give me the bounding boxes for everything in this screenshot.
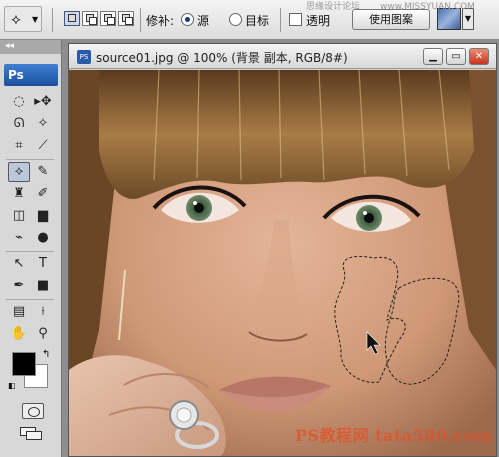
destination-label: 目标 bbox=[245, 14, 270, 28]
divider bbox=[280, 8, 281, 32]
eyedropper-tool-icon[interactable]: ⟊ bbox=[32, 302, 54, 322]
tool-preset-picker[interactable]: ⟡ ▼ bbox=[4, 6, 42, 32]
use-pattern-button[interactable]: 使用图案 bbox=[352, 9, 430, 30]
shape-tool-icon[interactable]: ■ bbox=[32, 276, 54, 296]
lasso-tool-icon[interactable]: ᘏ bbox=[8, 114, 30, 134]
divider bbox=[52, 8, 53, 32]
site-watermark: 思缘设计论坛 www.MISSYUAN.COM bbox=[306, 2, 475, 12]
patch-label: 修补: bbox=[146, 14, 175, 28]
quick-mask-button[interactable] bbox=[22, 403, 44, 419]
maximize-button[interactable]: ▭ bbox=[446, 48, 466, 65]
foreground-color-swatch[interactable] bbox=[12, 352, 36, 376]
history-brush-tool-icon[interactable]: ✐ bbox=[32, 184, 54, 204]
intersect-selection-mode-button[interactable] bbox=[118, 11, 134, 26]
hand-tool-icon[interactable]: ✋ bbox=[8, 324, 30, 344]
document-titlebar[interactable]: PS source01.jpg @ 100% (背景 副本, RGB/8#) ▁… bbox=[69, 44, 496, 69]
source-radio[interactable] bbox=[181, 13, 194, 26]
screen-mode-button[interactable] bbox=[20, 427, 46, 441]
divider bbox=[140, 8, 141, 32]
blur-tool-icon[interactable]: ⌁ bbox=[8, 228, 30, 248]
default-colors-icon[interactable]: ◧ bbox=[8, 381, 16, 390]
minimize-button[interactable]: ▁ bbox=[423, 48, 443, 65]
eraser-tool-icon[interactable]: ◫ bbox=[8, 206, 30, 226]
image-watermark: PS教程网 tata580.com bbox=[295, 426, 493, 445]
transparent-label: 透明 bbox=[306, 14, 331, 28]
options-bar: ⟡ ▼ 修补: 源 目标 透明 使用图案 ▼ 思缘设计论坛 www.MISSYUA… bbox=[0, 0, 499, 40]
dodge-tool-icon[interactable]: ● bbox=[32, 228, 54, 248]
portrait-photo bbox=[69, 70, 496, 456]
divider bbox=[6, 299, 54, 300]
notes-tool-icon[interactable]: ▤ bbox=[8, 302, 30, 322]
pen-tool-icon[interactable]: ✒ bbox=[8, 276, 30, 296]
patch-tool-icon: ⟡ bbox=[11, 10, 21, 28]
document-title: source01.jpg @ 100% (背景 副本, RGB/8#) bbox=[96, 51, 348, 65]
toolbox: ◂◂ Ps ◌ ▸✥ ᘏ ✧ ⌗ ⟋ ⟡ ✎ ♜ ✐ ◫ ▆ ⌁ ● ↖ T ✒… bbox=[0, 40, 62, 457]
marquee-tool-icon[interactable]: ◌ bbox=[8, 92, 30, 112]
crop-tool-icon[interactable]: ⌗ bbox=[8, 136, 30, 156]
brush-tool-icon[interactable]: ✎ bbox=[32, 162, 54, 182]
destination-radio[interactable] bbox=[229, 13, 242, 26]
move-tool-icon[interactable]: ▸✥ bbox=[32, 92, 54, 112]
subtract-from-selection-mode-button[interactable] bbox=[100, 11, 116, 26]
gradient-tool-icon[interactable]: ▆ bbox=[32, 206, 54, 226]
zoom-tool-icon[interactable]: ⚲ bbox=[32, 324, 54, 344]
bangs bbox=[99, 70, 474, 199]
new-selection-mode-button[interactable] bbox=[64, 11, 80, 26]
clone-stamp-tool-icon[interactable]: ♜ bbox=[8, 184, 30, 204]
type-tool-icon[interactable]: T bbox=[32, 254, 54, 274]
divider bbox=[6, 251, 54, 252]
chevron-down-icon: ▼ bbox=[32, 15, 39, 24]
add-to-selection-mode-button[interactable] bbox=[82, 11, 98, 26]
path-selection-tool-icon[interactable]: ↖ bbox=[8, 254, 30, 274]
slice-tool-icon[interactable]: ⟋ bbox=[32, 136, 54, 156]
document-window: PS source01.jpg @ 100% (背景 副本, RGB/8#) ▁… bbox=[68, 43, 497, 457]
source-label: 源 bbox=[197, 14, 210, 28]
psd-file-icon: PS bbox=[77, 50, 91, 64]
app-badge[interactable]: Ps bbox=[4, 64, 58, 86]
toolbox-header[interactable]: ◂◂ bbox=[0, 40, 61, 54]
magic-wand-tool-icon[interactable]: ✧ bbox=[32, 114, 54, 134]
collapse-icon[interactable]: ◂◂ bbox=[5, 41, 14, 51]
transparent-checkbox[interactable] bbox=[289, 13, 302, 26]
divider bbox=[6, 159, 54, 160]
close-button[interactable]: ✕ bbox=[469, 48, 489, 65]
image-canvas[interactable]: PS教程网 tata580.com bbox=[69, 70, 496, 456]
patch-tool-icon[interactable]: ⟡ bbox=[8, 162, 30, 182]
swap-colors-icon[interactable]: ↰ bbox=[42, 349, 50, 360]
